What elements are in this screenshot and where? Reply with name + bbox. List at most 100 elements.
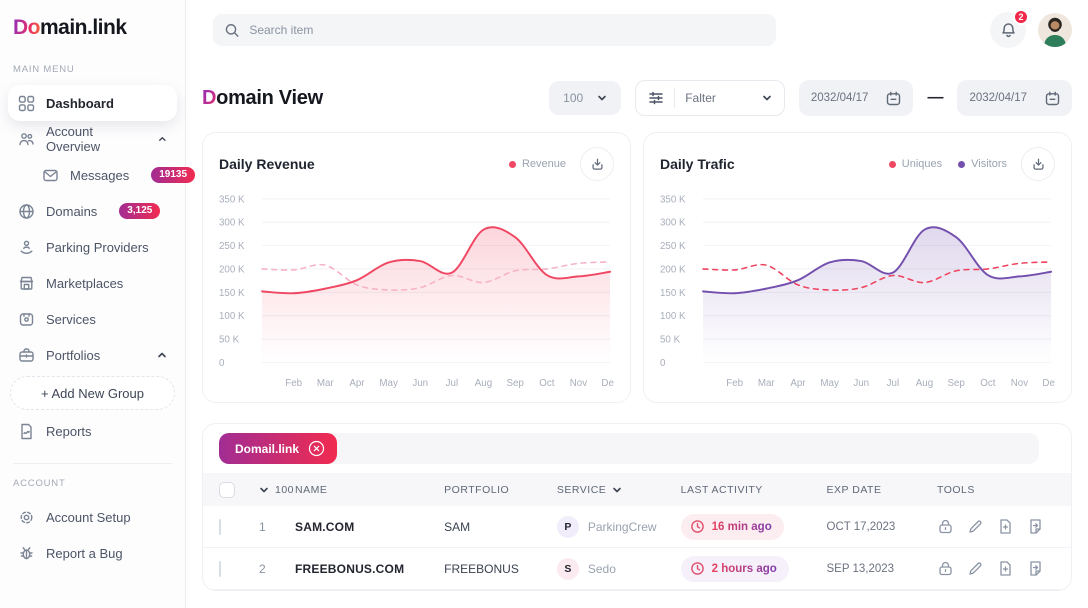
column-header-portfolio: PORTFOLIO [444, 484, 557, 496]
svg-text:Nov: Nov [570, 378, 587, 389]
lock-icon[interactable] [937, 560, 954, 577]
remove-chip-icon[interactable] [308, 440, 325, 457]
globe-icon [18, 203, 35, 220]
date-from-picker[interactable]: 2032/04/17 [799, 80, 914, 116]
sidebar-item-label: Messages [70, 168, 129, 183]
service-name: Sedo [588, 562, 616, 576]
svg-text:Oct: Oct [980, 378, 995, 389]
filter-dropdown[interactable]: Falter [635, 80, 785, 116]
daily-trafic-chart: 350 K300 K250 K200 K150 K100 K50 K0FebMa… [660, 189, 1055, 392]
add-new-group-button[interactable]: + Add New Group [10, 376, 175, 410]
select-all-checkbox[interactable] [219, 482, 235, 498]
svg-text:Sep: Sep [506, 378, 524, 389]
lock-icon[interactable] [937, 518, 954, 535]
svg-text:Apr: Apr [349, 378, 365, 389]
sidebar-item-marketplaces[interactable]: Marketplaces [8, 265, 177, 301]
table-count-value: 100 [275, 484, 294, 496]
sidebar-item-report-a-bug[interactable]: Report a Bug [8, 535, 177, 571]
search-icon [225, 23, 239, 38]
sidebar-item-account-setup[interactable]: Account Setup [8, 499, 177, 535]
notifications-button[interactable]: 2 [990, 12, 1026, 48]
sidebar: Domain.link MAIN MENU Dashboard Account … [0, 0, 186, 608]
svg-text:350 K: 350 K [219, 194, 245, 205]
envelope-icon [42, 167, 59, 184]
legend-label: Revenue [522, 158, 566, 170]
file-add-icon[interactable] [997, 560, 1014, 577]
sidebar-item-portfolios[interactable]: Portfolios [8, 337, 177, 373]
main-area: 2 Domain View 100 [186, 0, 1088, 608]
edit-icon[interactable] [967, 518, 984, 535]
calendar-icon [886, 91, 901, 106]
table-header: 100 NAME PORTFOLIO SERVICE LAST ACTIVITY… [203, 473, 1071, 506]
row-number: 1 [259, 520, 295, 534]
chart-title: Daily Revenue [219, 156, 315, 172]
file-export-icon[interactable] [1027, 560, 1044, 577]
row-checkbox[interactable] [219, 519, 221, 535]
sidebar-divider [13, 463, 172, 464]
sidebar-item-reports[interactable]: Reports [8, 413, 177, 449]
download-chart-button[interactable] [1021, 147, 1055, 181]
svg-text:200 K: 200 K [219, 264, 245, 275]
svg-text:300 K: 300 K [219, 218, 245, 229]
search-bar [213, 14, 776, 46]
sidebar-item-domains[interactable]: Domains 3,125 [8, 193, 177, 229]
date-to-value: 2032/04/17 [969, 92, 1027, 104]
svg-text:Aug: Aug [475, 378, 492, 389]
chevron-down-icon [612, 485, 622, 495]
legend-dot-uniques [889, 161, 896, 168]
filter-chip-track: Domail.link [219, 433, 1039, 464]
user-avatar[interactable] [1038, 13, 1072, 47]
sidebar-item-label: Report a Bug [46, 546, 123, 561]
legend-dot-visitors [958, 161, 965, 168]
file-export-icon[interactable] [1027, 518, 1044, 535]
sidebar-item-services[interactable]: Services [8, 301, 177, 337]
sidebar-item-messages[interactable]: Messages 19135 [8, 157, 177, 193]
date-to-picker[interactable]: 2032/04/17 [957, 80, 1072, 116]
filter-chip[interactable]: Domail.link [219, 433, 337, 464]
logo-rest: main.link [40, 16, 127, 39]
domains-table-card: Domail.link 100 NAME PORTFOLIO SERVICE [202, 423, 1072, 591]
page-size-select[interactable]: 100 [549, 81, 621, 115]
main-menu-label: MAIN MENU [8, 64, 177, 75]
row-checkbox[interactable] [219, 561, 221, 577]
last-activity-badge: 16 min ago [681, 514, 784, 540]
service-avatar: S [557, 558, 579, 580]
sidebar-item-label: Reports [46, 424, 92, 439]
page-title-accent: D [202, 87, 216, 109]
download-icon [1031, 157, 1046, 172]
notification-count-badge: 2 [1013, 9, 1029, 25]
sidebar-item-label: Dashboard [46, 96, 114, 111]
table-count-select[interactable]: 100 [259, 484, 295, 496]
daily-trafic-card: Daily Trafic Uniques Visitors 350 K300 K… [643, 132, 1072, 403]
svg-text:0: 0 [219, 358, 225, 369]
search-input[interactable] [249, 23, 764, 37]
edit-icon[interactable] [967, 560, 984, 577]
chevron-up-icon [157, 350, 167, 360]
last-activity-badge: 2 hours ago [681, 556, 789, 582]
download-chart-button[interactable] [580, 147, 614, 181]
portfolio-name: FREEBONUS [444, 562, 557, 576]
svg-text:50 K: 50 K [660, 334, 681, 345]
svg-text:Jun: Jun [412, 378, 428, 389]
sidebar-item-account-overview[interactable]: Account Overview [8, 121, 177, 157]
svg-text:Dec: Dec [1042, 378, 1055, 389]
date-from-value: 2032/04/17 [811, 92, 869, 104]
svg-text:250 K: 250 K [660, 241, 686, 252]
exp-date: SEP 13,2023 [827, 563, 938, 575]
file-add-icon[interactable] [997, 518, 1014, 535]
add-new-group-label: + Add New Group [41, 386, 144, 401]
svg-text:250 K: 250 K [219, 241, 245, 252]
page-title: Domain View [202, 87, 323, 110]
svg-text:Jul: Jul [887, 378, 899, 389]
svg-text:Nov: Nov [1011, 378, 1028, 389]
storefront-icon [18, 275, 35, 292]
svg-text:Sep: Sep [947, 378, 965, 389]
sliders-icon [648, 90, 664, 106]
sidebar-item-parking-providers[interactable]: Parking Providers [8, 229, 177, 265]
page-size-value: 100 [563, 91, 583, 105]
svg-text:Feb: Feb [285, 378, 302, 389]
sidebar-item-dashboard[interactable]: Dashboard [8, 85, 177, 121]
date-range-separator: — [927, 89, 943, 107]
svg-text:100 K: 100 K [660, 311, 686, 322]
column-header-service[interactable]: SERVICE [557, 484, 681, 496]
